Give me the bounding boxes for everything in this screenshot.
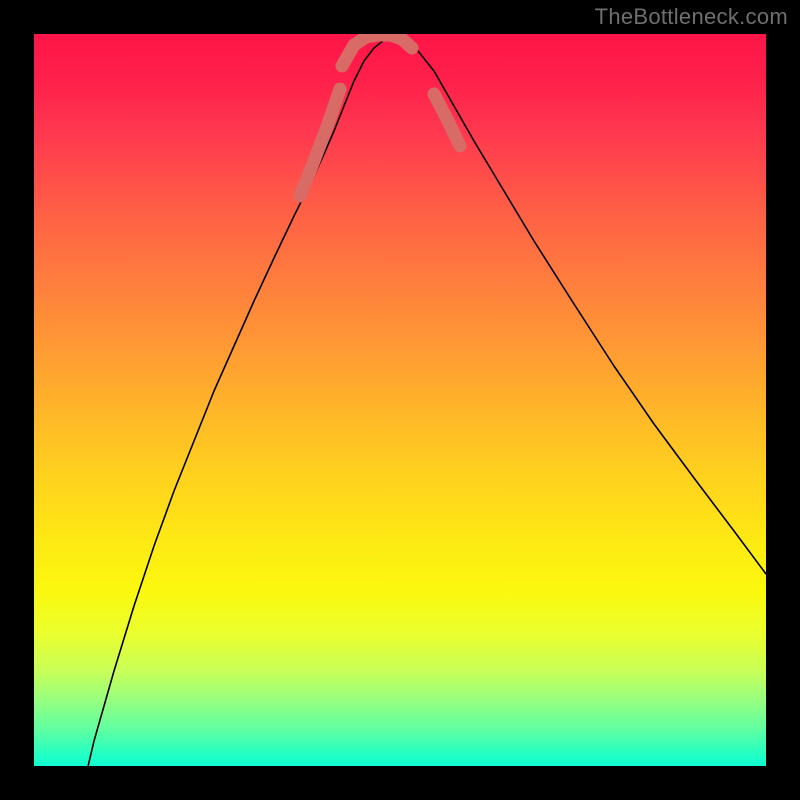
curve-layer — [34, 34, 766, 766]
plot-area — [34, 34, 766, 766]
chart-stage: TheBottleneck.com — [0, 0, 800, 800]
valley-highlight-right — [434, 94, 460, 146]
watermark-text: TheBottleneck.com — [595, 4, 788, 30]
valley-highlight-bottom — [342, 35, 412, 66]
bottleneck-curve — [74, 37, 766, 766]
valley-highlight-left — [300, 89, 340, 196]
